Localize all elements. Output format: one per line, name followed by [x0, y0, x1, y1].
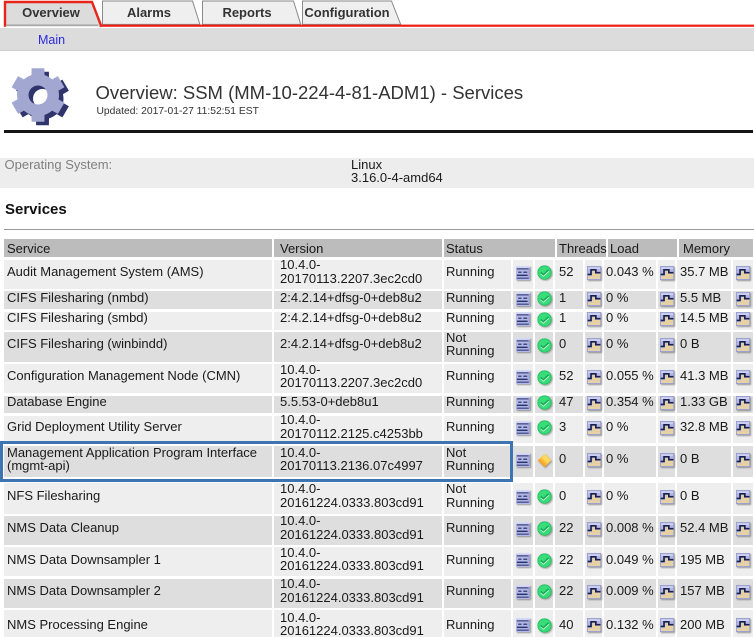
svg-text:Alarms: Alarms — [127, 5, 171, 20]
svg-text:Overview: Overview — [22, 5, 81, 20]
svg-text:Reports: Reports — [222, 5, 271, 20]
svg-text:Configuration: Configuration — [304, 5, 389, 20]
